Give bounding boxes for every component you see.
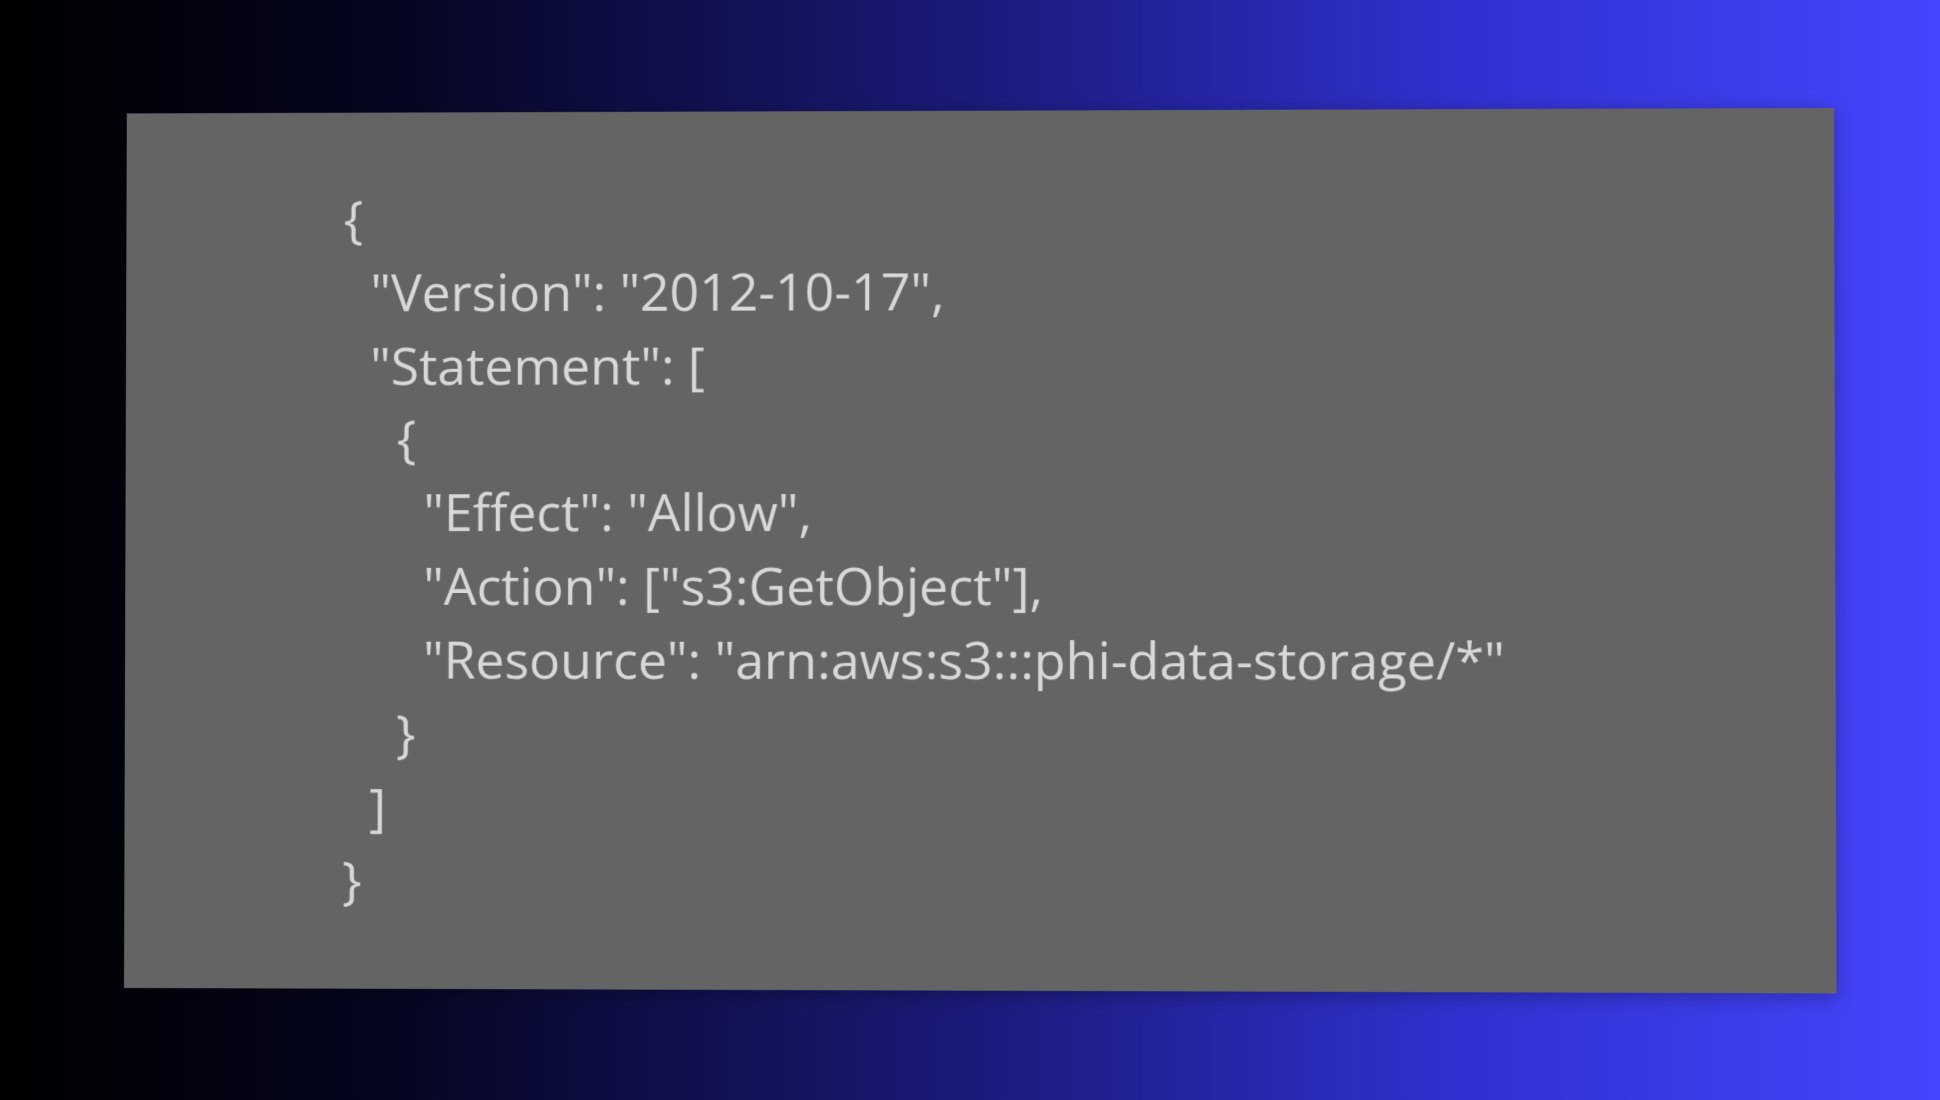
iam-policy-json: { "Version": "2012-10-17", "Statement": … bbox=[342, 178, 1836, 921]
code-panel: { "Version": "2012-10-17", "Statement": … bbox=[124, 108, 1837, 993]
